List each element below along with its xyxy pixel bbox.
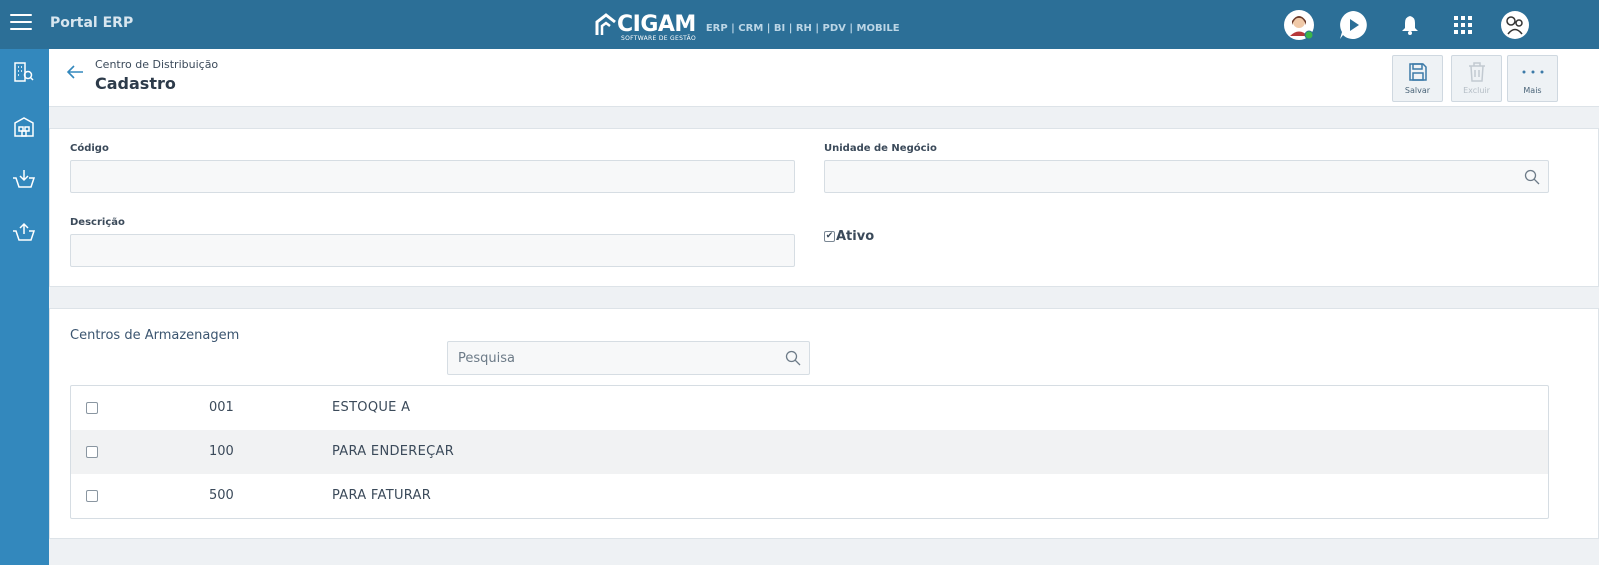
storage-card: Centros de Armazenagem 001 ESTOQUE A 100… xyxy=(49,308,1599,539)
save-label: Salvar xyxy=(1404,86,1431,95)
row-code: 100 xyxy=(209,444,234,459)
search-button[interactable] xyxy=(776,342,809,374)
more-dots-icon xyxy=(1522,70,1543,74)
brand-logo: CIGAM SOFTWARE DE GESTÃO ERP | CRM | BI … xyxy=(595,10,900,42)
table-row[interactable]: 100 PARA ENDEREÇAR xyxy=(71,430,1548,474)
top-bar: Portal ERP CIGAM SOFTWARE DE GESTÃO ERP … xyxy=(0,0,1599,49)
breadcrumb[interactable]: Centro de Distribuição xyxy=(95,58,218,71)
save-icon xyxy=(1408,63,1427,81)
row-code: 500 xyxy=(209,488,234,503)
descricao-label: Descrição xyxy=(70,217,125,228)
back-arrow-icon[interactable] xyxy=(65,63,85,81)
ativo-label: Ativo xyxy=(836,229,875,244)
company-avatar[interactable] xyxy=(1499,9,1531,41)
more-button[interactable]: Mais xyxy=(1507,55,1558,102)
basket-out-icon[interactable] xyxy=(9,217,39,247)
codigo-label: Código xyxy=(70,143,109,154)
app-title[interactable]: Portal ERP xyxy=(50,15,133,31)
row-checkbox[interactable] xyxy=(86,402,98,414)
row-checkbox[interactable] xyxy=(86,446,98,458)
search-icon xyxy=(785,350,800,366)
search-input[interactable] xyxy=(448,342,774,374)
building-search-icon[interactable] xyxy=(9,57,39,87)
page-title: Cadastro xyxy=(95,74,176,93)
save-button[interactable]: Salvar xyxy=(1392,55,1443,102)
form-card: Código Unidade de Negócio Descrição ✔ At… xyxy=(49,128,1599,287)
table-row[interactable]: 500 PARA FATURAR xyxy=(71,474,1548,518)
delete-label: Excluir xyxy=(1463,86,1490,95)
row-description: PARA FATURAR xyxy=(332,488,432,503)
row-code: 001 xyxy=(209,400,234,415)
more-label: Mais xyxy=(1523,86,1542,95)
unidade-field[interactable] xyxy=(824,160,1549,193)
ativo-checkbox[interactable]: ✔ Ativo xyxy=(824,229,874,244)
brand-subtitle: SOFTWARE DE GESTÃO xyxy=(621,35,697,42)
section-title: Centros de Armazenagem xyxy=(70,328,240,343)
unidade-label: Unidade de Negócio xyxy=(824,143,937,154)
search-box xyxy=(447,341,810,375)
apps-grid-icon[interactable] xyxy=(1447,9,1479,41)
codigo-field[interactable] xyxy=(70,160,795,193)
brand-modules: ERP | CRM | BI | RH | PDV | MOBILE xyxy=(705,22,900,34)
row-description: ESTOQUE A xyxy=(332,400,411,415)
row-checkbox[interactable] xyxy=(86,490,98,502)
brand-name: CIGAM xyxy=(617,12,696,37)
play-icon[interactable] xyxy=(1337,9,1369,41)
row-description: PARA ENDEREÇAR xyxy=(332,444,455,459)
delete-button[interactable]: Excluir xyxy=(1451,55,1502,102)
storage-table: 001 ESTOQUE A 100 PARA ENDEREÇAR 500 PAR… xyxy=(70,385,1549,519)
basket-in-icon[interactable] xyxy=(9,164,39,194)
page-header: Centro de Distribuição Cadastro Salvar E… xyxy=(49,49,1599,107)
checkmark-icon[interactable]: ✔ xyxy=(824,231,835,242)
bell-icon[interactable] xyxy=(1394,9,1426,41)
warehouse-icon[interactable] xyxy=(9,112,39,142)
hamburger-menu-icon[interactable] xyxy=(10,14,32,34)
cigam-logo-icon xyxy=(595,13,616,35)
search-icon[interactable] xyxy=(1524,169,1540,185)
user-avatar[interactable] xyxy=(1283,9,1315,41)
table-row[interactable]: 001 ESTOQUE A xyxy=(71,386,1548,430)
trash-icon xyxy=(1468,62,1485,82)
descricao-field[interactable] xyxy=(70,234,795,267)
sidebar xyxy=(0,49,49,565)
